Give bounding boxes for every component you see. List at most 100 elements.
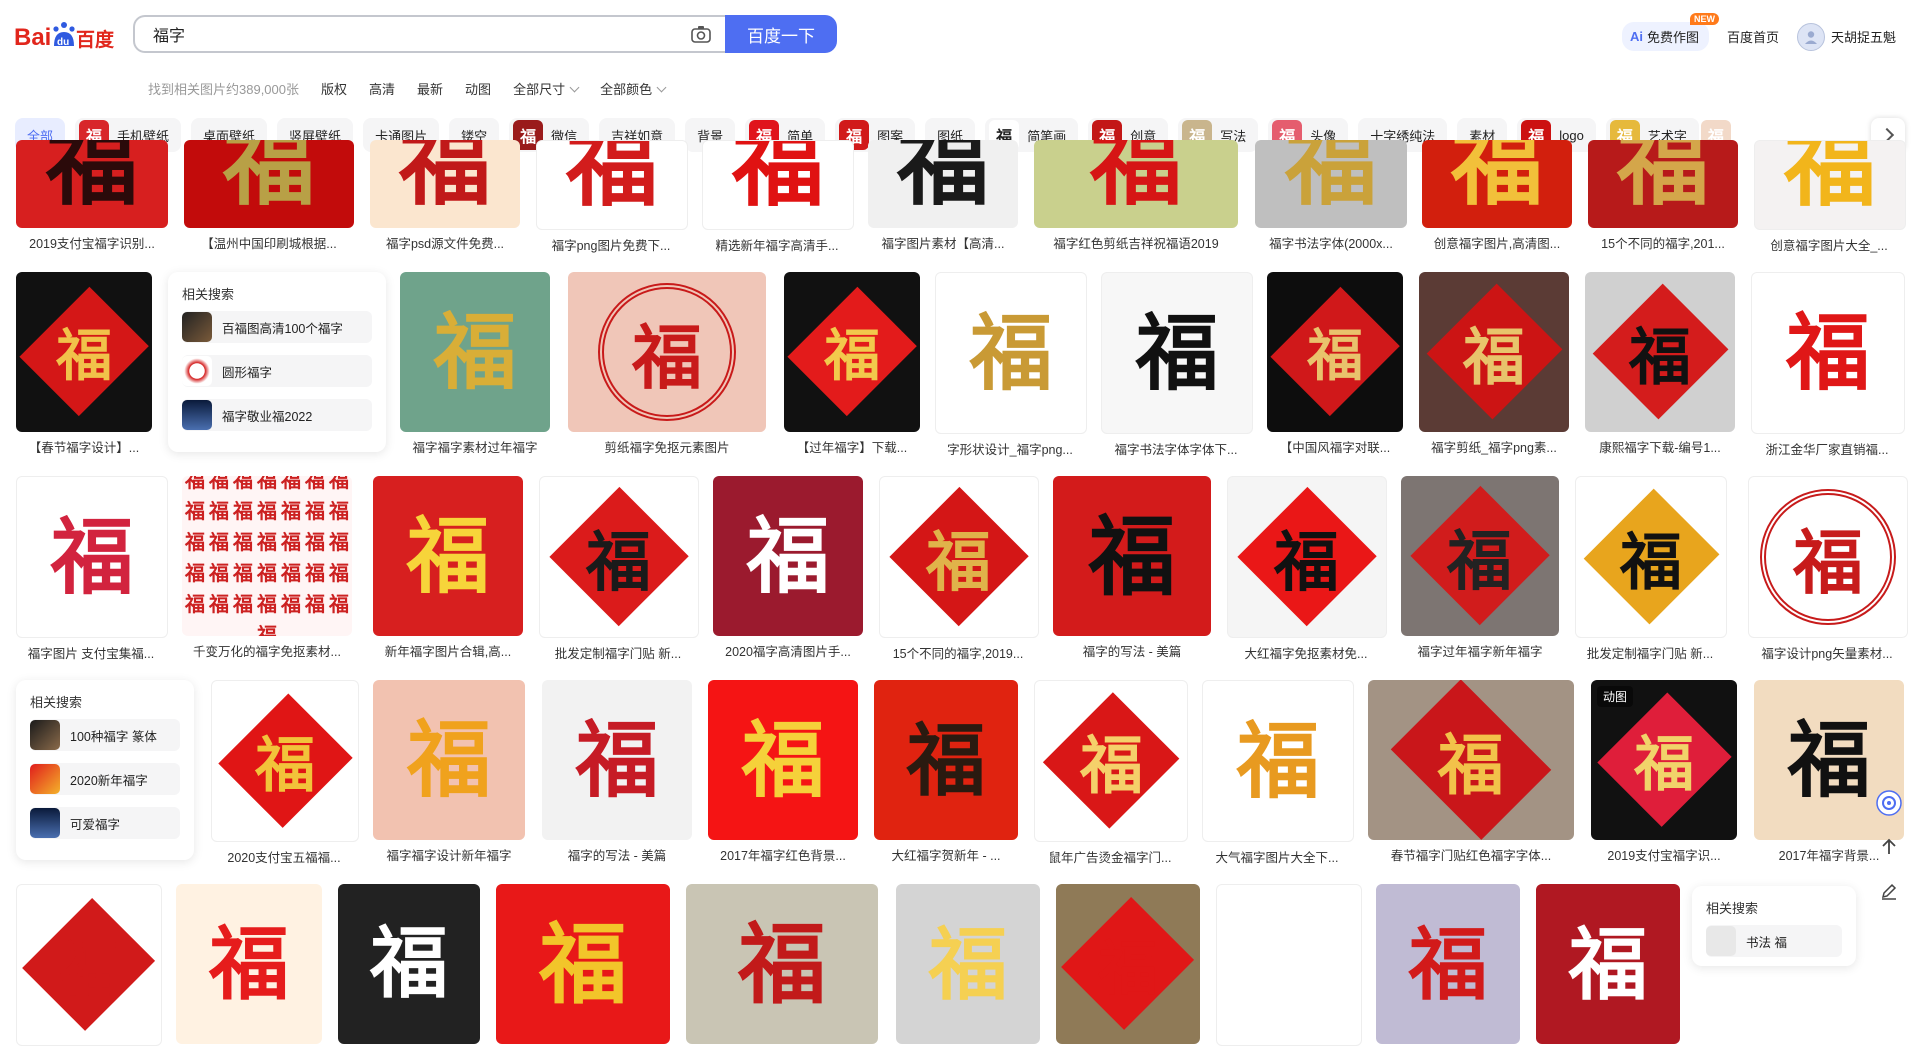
image-caption[interactable]: 福字png图片免费下... bbox=[536, 235, 686, 254]
image-caption[interactable]: 福字的写法 - 美篇 bbox=[542, 845, 692, 864]
image-caption[interactable]: 2017年福字红色背景... bbox=[708, 845, 858, 864]
image-result-card[interactable]: 福 15个不同的福字,2019... bbox=[879, 476, 1039, 662]
image-result-card[interactable]: 福福福福福福福福福福福福福福福福福福福福福福福福福福福福福福福福福福福福千变万化… bbox=[182, 476, 352, 660]
image-result-card[interactable]: 福剪纸福字免抠元素图片 bbox=[568, 272, 766, 456]
image-result-card[interactable]: 福浙江金华厂家直销福... bbox=[1751, 272, 1905, 458]
image-caption[interactable]: 福字剪纸_福字png素... bbox=[1419, 437, 1569, 456]
image-result-card[interactable]: 福 2020支付宝五福福... bbox=[211, 680, 359, 866]
result-image[interactable]: 福 bbox=[370, 140, 520, 228]
result-image[interactable]: 福 bbox=[1227, 476, 1387, 638]
image-result-card[interactable]: 福 动图 2019支付宝福字识... bbox=[1591, 680, 1737, 864]
image-result-card[interactable]: 福福字的写法 - 美篇 bbox=[542, 680, 692, 864]
result-image[interactable]: 福 bbox=[708, 680, 858, 840]
image-caption[interactable]: 剪纸福字免抠元素图片 bbox=[568, 437, 766, 456]
result-image[interactable]: 福 bbox=[686, 884, 878, 1044]
result-image[interactable]: 福 bbox=[1255, 140, 1407, 228]
result-image[interactable]: 福 bbox=[400, 272, 550, 432]
result-image[interactable]: 福 bbox=[1754, 140, 1906, 230]
image-caption[interactable]: 【温州中国印刷城根据... bbox=[184, 233, 354, 252]
image-caption[interactable]: 批发定制福字门贴 新... bbox=[539, 643, 697, 662]
related-item[interactable]: 书法 福 bbox=[1706, 925, 1842, 957]
image-caption[interactable]: 2020支付宝五福福... bbox=[211, 847, 357, 866]
image-caption[interactable]: 创意福字图片,高清图... bbox=[1422, 233, 1572, 252]
image-caption[interactable]: 福字书法字体(2000x... bbox=[1255, 233, 1407, 252]
result-image[interactable]: 福 bbox=[16, 884, 162, 1046]
image-result-card[interactable]: 福新年福字图片合辑,高... bbox=[373, 476, 523, 660]
image-result-card[interactable]: 福春节福字门贴红色福字字体... bbox=[1368, 680, 1574, 864]
result-image[interactable]: 福 bbox=[1368, 680, 1574, 840]
ai-drawing-button[interactable]: Ai 免费作图 NEW bbox=[1621, 13, 1719, 51]
image-result-card[interactable]: 福 15个不同的福字,201... bbox=[1588, 140, 1738, 252]
filter-animated[interactable]: 动图 bbox=[465, 79, 491, 98]
result-image[interactable]: 福 bbox=[1034, 680, 1188, 842]
user-menu[interactable]: 天胡捉五魁 bbox=[1796, 22, 1896, 51]
image-result-card[interactable]: 福福字剪纸_福字png素... bbox=[1419, 272, 1569, 456]
image-caption[interactable]: 大红福字贺新年 - ... bbox=[874, 845, 1018, 864]
image-result-card[interactable]: 福 bbox=[1376, 884, 1520, 1049]
image-result-card[interactable]: 福福字过年福字新年福字 bbox=[1401, 476, 1559, 660]
result-image[interactable]: 福 bbox=[1536, 884, 1680, 1044]
image-caption[interactable]: 新年福字图片合辑,高... bbox=[373, 641, 523, 660]
image-result-card[interactable]: 福大气福字图片大全下... bbox=[1202, 680, 1354, 866]
image-caption[interactable]: 福字福字素材过年福字 bbox=[400, 437, 550, 456]
image-result-card[interactable]: 福鼠年广告烫金福字门... bbox=[1034, 680, 1188, 866]
image-result-card[interactable]: 福福字书法字体(2000x... bbox=[1255, 140, 1407, 252]
filter-copyright[interactable]: 版权 bbox=[321, 79, 347, 98]
result-image[interactable]: 福 bbox=[1202, 680, 1354, 842]
image-caption[interactable]: 浙江金华厂家直销福... bbox=[1751, 439, 1903, 458]
result-image[interactable]: 福 bbox=[16, 476, 168, 638]
image-result-card[interactable]: 福精选新年福字高清手... bbox=[702, 140, 854, 254]
result-image[interactable]: 福 bbox=[1588, 140, 1738, 228]
related-item[interactable]: 可爱福字 bbox=[30, 807, 180, 839]
image-result-card[interactable]: 福大红福字贺新年 - ... bbox=[874, 680, 1018, 864]
result-image[interactable]: 福 bbox=[879, 476, 1039, 638]
search-button[interactable]: 百度一下 bbox=[725, 15, 837, 53]
result-image[interactable]: 福 bbox=[1748, 476, 1908, 638]
result-image[interactable]: 福 bbox=[184, 140, 354, 228]
result-image[interactable]: 福 bbox=[896, 884, 1040, 1044]
image-result-card[interactable]: 福福字psd源文件免费... bbox=[370, 140, 520, 252]
image-result-card[interactable]: 福【温州中国印刷城根据... bbox=[184, 140, 354, 252]
camera-icon[interactable] bbox=[683, 17, 719, 51]
image-result-card[interactable]: 福 bbox=[496, 884, 670, 1049]
image-caption[interactable]: 康熙福字下载-编号1... bbox=[1585, 437, 1735, 456]
result-image[interactable]: 福 bbox=[373, 476, 523, 636]
result-image[interactable]: 福 bbox=[211, 680, 359, 842]
image-result-card[interactable]: 福福字的写法 - 美篇 bbox=[1053, 476, 1211, 660]
image-result-card[interactable]: 福【过年福字】下载... bbox=[784, 272, 920, 456]
image-result-card[interactable]: 福福字图片素材【高清... bbox=[868, 140, 1018, 252]
result-image[interactable]: 福 bbox=[1267, 272, 1403, 432]
result-image[interactable]: 福 bbox=[542, 680, 692, 840]
image-caption[interactable]: 福字图片素材【高清... bbox=[868, 233, 1018, 252]
image-result-card[interactable]: 福批发定制福字门贴 新... bbox=[539, 476, 699, 662]
result-image[interactable]: 福 bbox=[496, 884, 670, 1044]
result-image[interactable]: 福 bbox=[16, 272, 152, 432]
result-image[interactable]: 福 bbox=[1585, 272, 1735, 432]
image-caption[interactable]: 大红福字免抠素材免... bbox=[1227, 643, 1385, 662]
image-result-card[interactable]: 福福字图片 支付宝集福... bbox=[16, 476, 168, 662]
image-result-card[interactable]: 福 bbox=[686, 884, 878, 1049]
username[interactable]: 天胡捉五魁 bbox=[1831, 27, 1896, 46]
image-result-card[interactable]: 福 2017年福字红色背景... bbox=[708, 680, 858, 864]
image-caption[interactable]: 福字书法字体字体下... bbox=[1101, 439, 1251, 458]
related-item[interactable]: 圆形福字 bbox=[182, 355, 372, 387]
image-caption[interactable]: 2019支付宝福字识... bbox=[1591, 845, 1737, 864]
related-item[interactable]: 100种福字 篆体 bbox=[30, 719, 180, 751]
result-image[interactable]: 福 bbox=[568, 272, 766, 432]
result-image[interactable]: 福 bbox=[1376, 884, 1520, 1044]
image-result-card[interactable]: 福 bbox=[338, 884, 480, 1049]
search-box[interactable] bbox=[133, 15, 725, 53]
result-image[interactable]: 福 bbox=[1422, 140, 1572, 228]
result-image[interactable]: 福 bbox=[1751, 272, 1905, 434]
result-image[interactable]: 福 bbox=[702, 140, 854, 230]
image-result-card[interactable]: 福福字红色剪纸吉祥祝福语2019 bbox=[1034, 140, 1238, 252]
image-caption[interactable]: 2019支付宝福字识别... bbox=[16, 233, 168, 252]
image-caption[interactable]: 字形状设计_福字png... bbox=[935, 439, 1085, 458]
image-caption[interactable]: 福字图片 支付宝集福... bbox=[16, 643, 166, 662]
baidu-logo[interactable]: Bai du 百度 bbox=[14, 18, 118, 54]
image-caption[interactable]: 福字红色剪纸吉祥祝福语2019 bbox=[1034, 233, 1238, 252]
image-result-card[interactable]: 福福字png图片免费下... bbox=[536, 140, 688, 254]
result-image[interactable]: 福 动图 bbox=[1591, 680, 1737, 840]
image-caption[interactable]: 福字设计png矢量素材... bbox=[1748, 643, 1906, 662]
image-result-card[interactable]: 福福字福字素材过年福字 bbox=[400, 272, 550, 456]
